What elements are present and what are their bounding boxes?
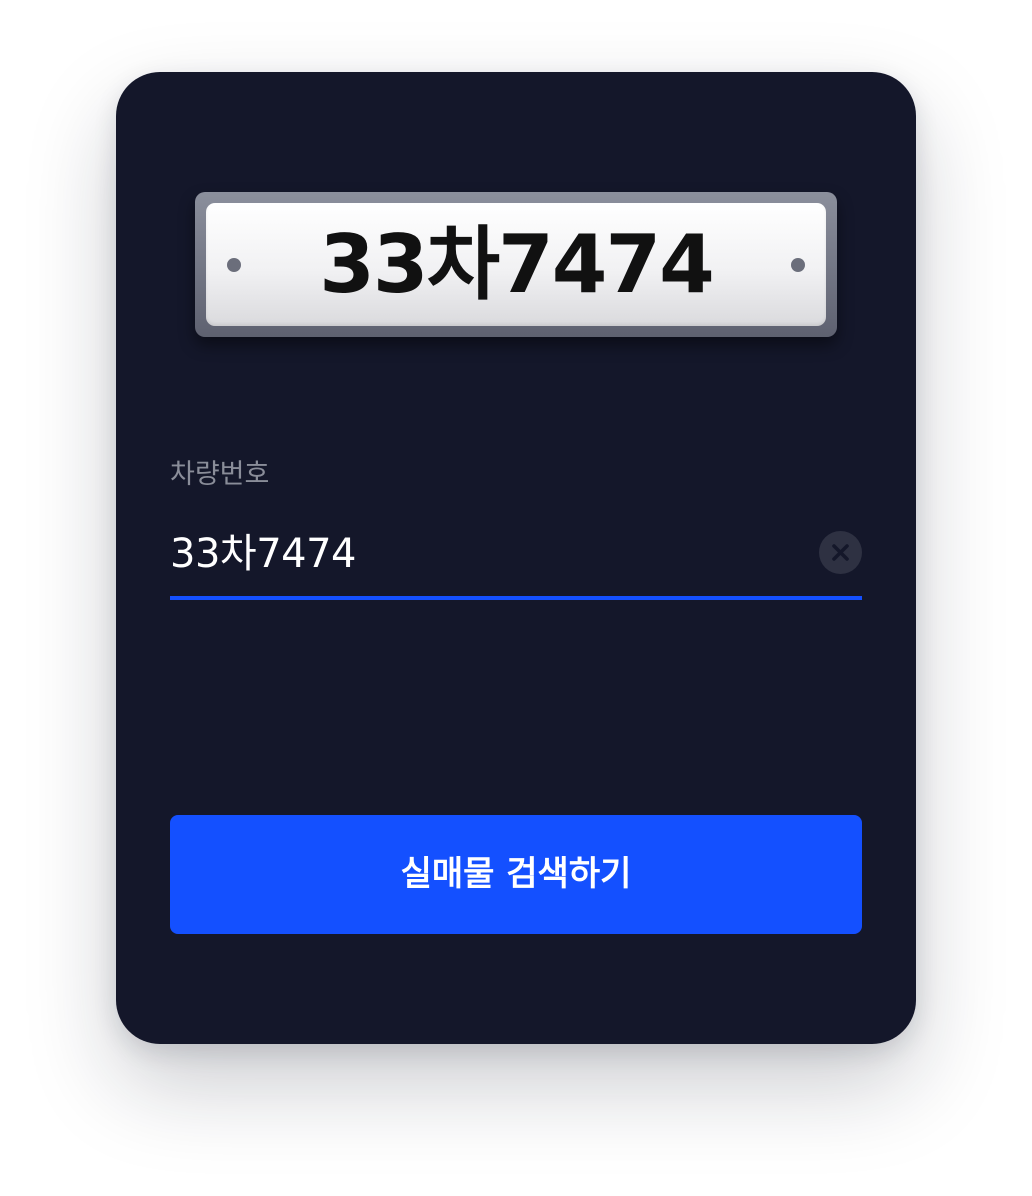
plate-number-input-value[interactable]: 33차7474 [170, 528, 357, 580]
plate-number-input[interactable]: 33차7474 [170, 524, 862, 600]
search-card: 33차7474 차량번호 33차7474 실매물 검색하기 [116, 72, 916, 1044]
plate-bolt-right [791, 258, 805, 272]
page: 33차7474 차량번호 33차7474 실매물 검색하기 [0, 0, 1032, 1196]
field-label: 차량번호 [170, 459, 270, 490]
license-plate: 33차7474 [206, 203, 826, 326]
search-listings-button[interactable]: 실매물 검색하기 [170, 815, 862, 934]
plate-number: 33차7474 [319, 218, 715, 311]
clear-input-button[interactable] [819, 531, 862, 574]
close-icon [832, 544, 849, 561]
license-plate-frame: 33차7474 [195, 192, 837, 337]
